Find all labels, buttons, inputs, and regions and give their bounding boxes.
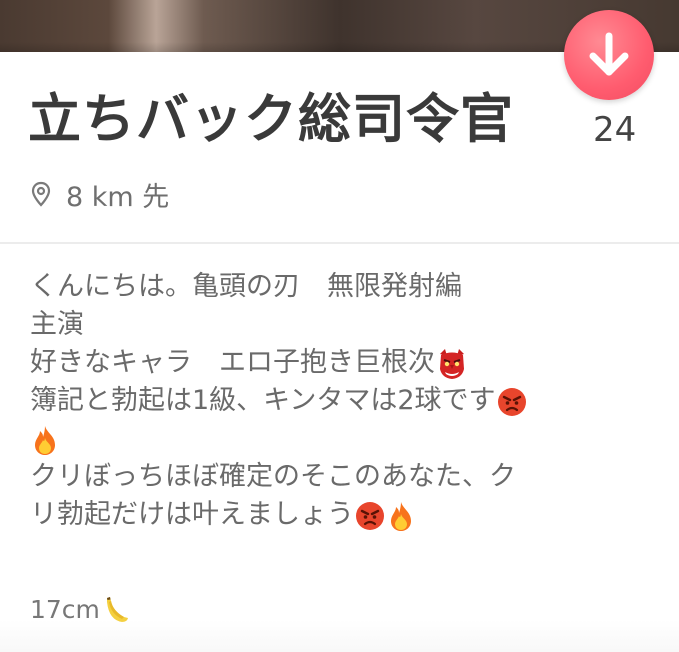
- profile-header: 立ちバック総司令官 24: [28, 80, 658, 160]
- fire-emoji-icon: [391, 501, 411, 531]
- fire-emoji-icon: [35, 425, 55, 455]
- bio-line-text: 簿記と勃起は1級、キンタマは2球です: [30, 385, 496, 416]
- bottom-fade: [0, 620, 679, 652]
- bio-line-text: リ勃起だけは叶えましょう: [30, 499, 354, 530]
- bio-line: リ勃起だけは叶えましょう: [30, 496, 655, 534]
- profile-bio: くんにちは。亀頭の刃 無限発射編 主演 好きなキャラ エロ子抱き巨根次 簿記と勃…: [30, 268, 655, 534]
- arrow-down-icon: [589, 32, 629, 76]
- location-pin-icon: [31, 181, 51, 207]
- bio-line: 好きなキャラ エロ子抱き巨根次: [30, 344, 655, 382]
- bio-line: 簿記と勃起は1級、キンタマは2球です: [30, 382, 655, 420]
- distance-text: 8 km 先: [66, 181, 170, 213]
- goblin-mask-emoji-icon: [440, 348, 464, 379]
- bio-line: [30, 420, 655, 458]
- bio-line: クリぼっちほぼ確定のそこのあなた、ク: [30, 461, 516, 492]
- bio-line: くんにちは。亀頭の刃 無限発射編: [30, 271, 462, 302]
- profile-age: 24: [593, 110, 637, 150]
- angry-face-emoji-icon: [497, 387, 526, 416]
- angry-face-emoji-icon: [356, 501, 384, 530]
- bio-line: 主演: [30, 309, 84, 340]
- bio-line-text: 好きなキャラ エロ子抱き巨根次: [30, 347, 435, 378]
- profile-name: 立ちバック総司令官: [28, 89, 514, 150]
- section-divider: [0, 242, 679, 244]
- distance-row: 8 km 先: [30, 172, 169, 216]
